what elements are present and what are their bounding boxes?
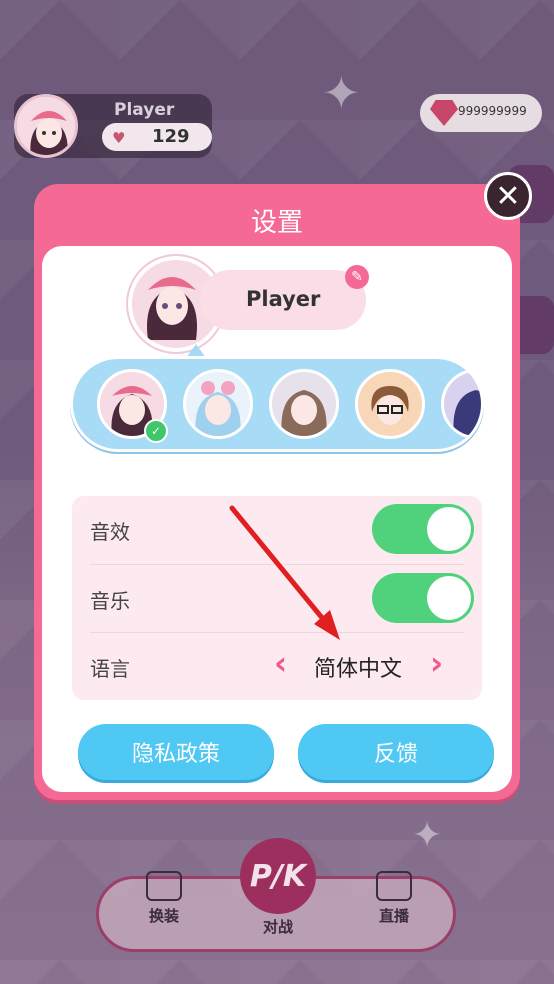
annotation-arrow	[229, 505, 340, 640]
